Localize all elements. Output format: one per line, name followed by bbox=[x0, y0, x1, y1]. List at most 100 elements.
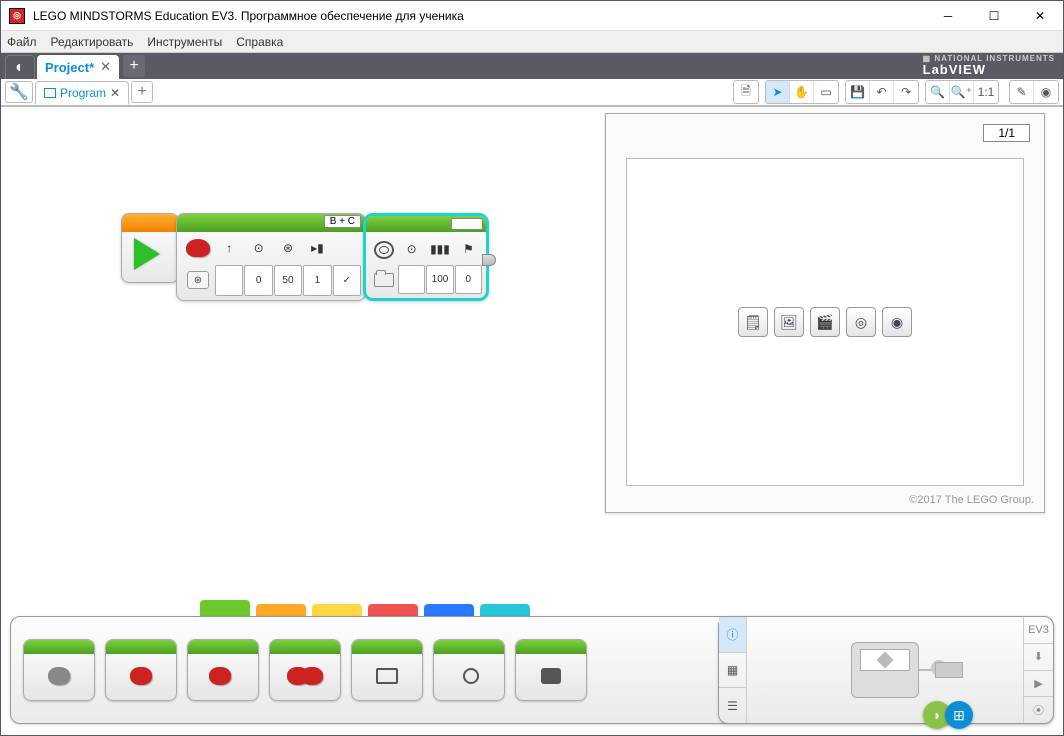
run-button[interactable]: ▶ bbox=[1024, 671, 1053, 698]
menu-help[interactable]: Справка bbox=[236, 35, 283, 49]
lobby-button[interactable]: ◐ bbox=[5, 55, 35, 79]
bottom-area: ▲▼ ⓘ ▦ ☰ ◗ ⊞ EV3 ⬇ ▶ bbox=[0, 600, 1064, 736]
sequence-plug[interactable] bbox=[482, 254, 496, 266]
close-project-icon[interactable]: ✕ bbox=[100, 59, 111, 75]
project-properties-button[interactable]: 🔧 bbox=[5, 81, 33, 103]
hw-tab-available[interactable]: ☰ bbox=[719, 688, 746, 723]
app-icon: ◎ bbox=[9, 8, 25, 24]
palette-move-tank-block[interactable] bbox=[269, 639, 341, 701]
folder-icon[interactable] bbox=[374, 273, 394, 287]
content-editor-toggle[interactable]: ✎ bbox=[1010, 81, 1034, 103]
palette-large-motor-block[interactable] bbox=[105, 639, 177, 701]
param-value[interactable]: ✓ bbox=[333, 265, 361, 297]
menu-tools[interactable]: Инструменты bbox=[147, 35, 222, 49]
page-indicator[interactable]: 1/1 bbox=[983, 124, 1030, 142]
palette-category-tabs bbox=[0, 600, 1064, 616]
param-icon: ⚑ bbox=[455, 234, 482, 264]
pointer-tool-group: ➤ ✋ ▭ bbox=[765, 80, 839, 104]
canvas-area: B + C ⊛ ↑ ⊙ ⊛ ▸▮ 0 50 1 bbox=[1, 107, 1063, 597]
insert-image-button[interactable]: 🖼 bbox=[774, 307, 804, 337]
insert-text-button[interactable]: 🗒 bbox=[738, 307, 768, 337]
palette-tab-flow[interactable] bbox=[256, 604, 306, 616]
param-icon: ▸▮ bbox=[303, 232, 331, 264]
project-tab-strip: ◐ Project* ✕ + ▦ NATIONAL INSTRUMENTSLab… bbox=[1, 53, 1063, 79]
program-toolbar-row: 🔧 Program ✕ + 🗎 ➤ ✋ ▭ 💾 ↶ ↷ 🔍 🔍⁺ 1:1 ✎ ◉ bbox=[1, 79, 1063, 107]
palette-tab-data[interactable] bbox=[368, 604, 418, 616]
file-slot[interactable] bbox=[451, 218, 483, 230]
labview-brand: ▦ NATIONAL INSTRUMENTSLabVIEW bbox=[923, 56, 1055, 77]
param-icon bbox=[333, 232, 361, 264]
context-help-button[interactable]: ◉ bbox=[1034, 81, 1058, 103]
add-project-button[interactable]: + bbox=[123, 55, 145, 77]
palette-display-block[interactable] bbox=[351, 639, 423, 701]
port-label[interactable]: B + C bbox=[324, 215, 361, 228]
add-program-button[interactable]: + bbox=[131, 81, 153, 103]
insert-video-button[interactable]: 🎬 bbox=[810, 307, 840, 337]
maximize-button[interactable]: ☐ bbox=[971, 1, 1017, 30]
menu-edit[interactable]: Редактировать bbox=[51, 35, 134, 49]
pan-tool[interactable]: ✋ bbox=[790, 81, 814, 103]
redo-button[interactable]: ↷ bbox=[894, 81, 918, 103]
content-editor-panel: 1/1 🗒 🖼 🎬 ◎ ◉ ©2017 The LEGO Group. bbox=[605, 113, 1045, 513]
param-icon: ↑ bbox=[215, 232, 243, 264]
program-icon bbox=[44, 88, 56, 98]
program-tab[interactable]: Program ✕ bbox=[35, 81, 129, 105]
motor-icon bbox=[186, 239, 210, 257]
mode-selector[interactable]: ⊛ bbox=[187, 271, 209, 289]
program-canvas[interactable]: B + C ⊛ ↑ ⊙ ⊛ ▸▮ 0 50 1 bbox=[1, 107, 1063, 597]
palette-brick-status-block[interactable] bbox=[515, 639, 587, 701]
param-icon: ⊙ bbox=[398, 234, 425, 264]
param-value[interactable]: 100 bbox=[426, 265, 453, 295]
select-tool[interactable]: ➤ bbox=[766, 81, 790, 103]
zoom-reset-button[interactable]: 1:1 bbox=[974, 81, 998, 103]
windows-badge-icon: ⊞ bbox=[945, 701, 973, 729]
run-selected-button[interactable]: ⦿ bbox=[1024, 697, 1053, 723]
menu-file[interactable]: Файл bbox=[7, 35, 37, 49]
right-edge-group: ✎ ◉ bbox=[1009, 80, 1059, 104]
close-program-icon[interactable]: ✕ bbox=[110, 86, 120, 100]
download-button[interactable]: ⬇ bbox=[1024, 644, 1053, 671]
palette-tab-sensor[interactable] bbox=[312, 604, 362, 616]
palette-tab-action[interactable] bbox=[200, 600, 250, 616]
brick-icon bbox=[851, 642, 919, 698]
menubar: Файл Редактировать Инструменты Справка bbox=[1, 31, 1063, 53]
hw-tab-brick-info[interactable]: ⓘ bbox=[719, 617, 746, 653]
param-value[interactable] bbox=[215, 265, 243, 297]
save-button[interactable]: 💾 bbox=[846, 81, 870, 103]
zoom-in-button[interactable]: 🔍⁺ bbox=[950, 81, 974, 103]
palette-medium-motor-block[interactable] bbox=[23, 639, 95, 701]
param-value[interactable]: 50 bbox=[274, 265, 302, 297]
document-button-group: 🗎 bbox=[733, 80, 759, 104]
comment-tool[interactable]: ▭ bbox=[814, 81, 838, 103]
zoom-out-button[interactable]: 🔍 bbox=[926, 81, 950, 103]
palette-tab-advanced[interactable] bbox=[424, 604, 474, 616]
param-value[interactable]: 1 bbox=[303, 265, 331, 297]
project-tab[interactable]: Project* ✕ bbox=[37, 55, 119, 79]
palette-move-steering-block[interactable] bbox=[187, 639, 259, 701]
document-button[interactable]: 🗎 bbox=[734, 81, 758, 103]
content-page[interactable]: 🗒 🖼 🎬 ◎ ◉ bbox=[626, 158, 1024, 486]
speaker-icon bbox=[374, 241, 394, 259]
param-icon: ▮▮▮ bbox=[426, 234, 453, 264]
window-title: LEGO MINDSTORMS Education EV3. Программн… bbox=[33, 9, 925, 23]
close-button[interactable]: ✕ bbox=[1017, 1, 1063, 30]
start-block[interactable] bbox=[121, 213, 179, 283]
param-value[interactable]: 0 bbox=[455, 265, 482, 295]
usb-icon bbox=[935, 662, 963, 678]
file-ops-group: 💾 ↶ ↷ bbox=[845, 80, 919, 104]
program-tab-label: Program bbox=[60, 86, 106, 100]
hw-tab-port-view[interactable]: ▦ bbox=[719, 653, 746, 689]
param-icon: ⊛ bbox=[274, 232, 302, 264]
hw-ev3-label: EV3 bbox=[1024, 617, 1053, 644]
undo-button[interactable]: ↶ bbox=[870, 81, 894, 103]
palette-tab-myblocks[interactable] bbox=[480, 604, 530, 616]
minimize-button[interactable]: ─ bbox=[925, 1, 971, 30]
insert-target-button[interactable]: ◉ bbox=[882, 307, 912, 337]
param-value[interactable]: 0 bbox=[244, 265, 272, 297]
move-steering-block[interactable]: B + C ⊛ ↑ ⊙ ⊛ ▸▮ 0 50 1 bbox=[176, 213, 366, 301]
palette-sound-block[interactable] bbox=[433, 639, 505, 701]
sound-block-selected[interactable]: ⊙ ▮▮▮ ⚑ 100 0 bbox=[363, 213, 489, 301]
param-value[interactable] bbox=[398, 265, 425, 295]
insert-sound-button[interactable]: ◎ bbox=[846, 307, 876, 337]
titlebar: ◎ LEGO MINDSTORMS Education EV3. Програм… bbox=[1, 1, 1063, 31]
